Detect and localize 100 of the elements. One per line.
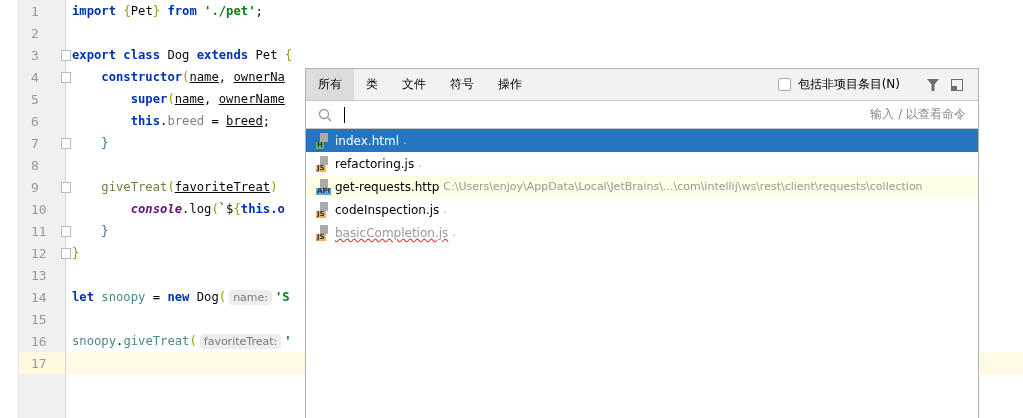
code-token: snoopy — [101, 290, 146, 304]
code-token: './pet' — [204, 4, 256, 18]
code-token: ' — [284, 334, 292, 348]
file-name: get-requests.http — [335, 179, 440, 194]
line-number: 15 — [31, 311, 47, 327]
file-name: refactoring.js — [335, 156, 415, 171]
code-token: name — [189, 70, 219, 84]
code-token: , — [218, 70, 228, 84]
code-token: = — [151, 290, 162, 304]
parameter-hint: name: — [229, 290, 273, 305]
code-token: export class — [72, 48, 162, 62]
code-token: . — [116, 334, 124, 348]
code-token: ( — [182, 70, 190, 84]
code-token: .log — [182, 202, 212, 216]
code-token: Pet — [255, 48, 279, 62]
fold-icon[interactable] — [61, 248, 71, 259]
file-location: . — [452, 226, 456, 239]
code-token: ; — [262, 114, 271, 128]
line-number: 13 — [31, 267, 47, 283]
file-location: . — [403, 134, 407, 147]
code-token: } — [152, 4, 161, 18]
code-token: from — [166, 4, 198, 18]
file-name: index.html — [335, 133, 399, 148]
code-token: this.o — [240, 202, 285, 216]
file-location: . — [443, 203, 447, 216]
fold-icon[interactable] — [61, 182, 71, 193]
line-number: 5 — [31, 91, 39, 107]
filter-tab[interactable]: 类 — [354, 69, 390, 100]
code-token: $ — [226, 202, 234, 216]
code-token: favoriteTreat — [174, 180, 271, 194]
code-token: console — [129, 202, 183, 216]
line-number: 16 — [31, 333, 47, 349]
line-number: 4 — [31, 69, 39, 85]
filter-tab[interactable]: 操作 — [486, 69, 534, 100]
code-token: name — [174, 92, 205, 106]
line-number: 11 — [31, 223, 47, 239]
fold-icon[interactable] — [61, 226, 71, 237]
code-token: , — [204, 92, 213, 106]
code-token: new — [167, 290, 191, 304]
filter-tab[interactable]: 文件 — [390, 69, 438, 100]
code-token: ( — [167, 180, 175, 194]
line-number: 1 — [31, 3, 39, 19]
window-icon[interactable] — [950, 77, 964, 92]
line-number: 2 — [31, 25, 39, 41]
fold-icon[interactable] — [61, 72, 71, 83]
search-hint: 输入 / 以查看命令 — [870, 106, 966, 123]
code-token: . — [160, 114, 168, 128]
code-token: constructor — [100, 70, 183, 84]
code-token: ownerNa — [233, 70, 285, 84]
code-token: extends — [196, 48, 250, 62]
line-number: 6 — [31, 113, 39, 129]
code-token: breed — [167, 114, 205, 128]
code-token: Dog — [167, 48, 191, 62]
code-token: ( — [211, 202, 219, 216]
code-token: 'S — [275, 290, 290, 304]
code-token: Pet — [130, 4, 153, 18]
code-token: Dog — [196, 290, 219, 304]
code-token: ; — [255, 4, 263, 18]
code-token: { — [123, 4, 131, 18]
code-token: this — [129, 114, 161, 128]
code-token: = — [210, 114, 220, 128]
code-token: ` — [218, 202, 227, 216]
checkbox-label[interactable]: 包括非项目条目(N) — [797, 76, 900, 93]
code-token: ) — [270, 180, 278, 194]
line-number: 10 — [31, 201, 47, 217]
code-token: breed — [226, 114, 263, 128]
line-number: 12 — [31, 245, 47, 261]
file-name: basicCompletion.js — [335, 225, 449, 240]
line-number: 7 — [31, 135, 39, 151]
code-token: ownerName — [218, 92, 285, 106]
code-token: ( — [189, 334, 197, 348]
code-token: ( — [218, 290, 227, 304]
code-token: let — [72, 290, 95, 304]
code-token: super — [129, 92, 168, 106]
file-location: . — [418, 157, 422, 170]
code-token: giveTreat — [100, 180, 168, 194]
code-token: import — [72, 4, 118, 18]
code-token: { — [284, 48, 293, 62]
fold-icon[interactable] — [61, 50, 71, 61]
search-icon — [318, 107, 332, 122]
line-number: 8 — [31, 157, 39, 173]
code-token: snoopy — [72, 334, 117, 348]
code-token: ( — [167, 92, 175, 106]
file-location: C:\Users\enjoy\AppData\Local\JetBrains\...\com\intellij\ws\rest\client\requests\collection — [443, 180, 923, 193]
checkbox[interactable] — [777, 78, 791, 91]
code-token: { — [233, 202, 241, 216]
parameter-hint: favoriteTreat: — [199, 334, 282, 349]
filter-tab[interactable]: 符号 — [438, 69, 486, 100]
code-token: } — [72, 246, 80, 260]
file-name: codeInspection.js — [335, 202, 440, 217]
filter-icon[interactable] — [926, 77, 940, 92]
line-number: 14 — [31, 289, 47, 305]
filter-tab[interactable]: 所有 — [306, 69, 354, 100]
line-number: 9 — [31, 179, 39, 195]
line-number: 17 — [31, 355, 47, 371]
line-number: 3 — [31, 47, 39, 63]
code-token: giveTreat — [123, 334, 190, 348]
fold-icon[interactable] — [61, 138, 71, 149]
code-token: } — [100, 136, 109, 150]
code-token: } — [100, 224, 109, 238]
